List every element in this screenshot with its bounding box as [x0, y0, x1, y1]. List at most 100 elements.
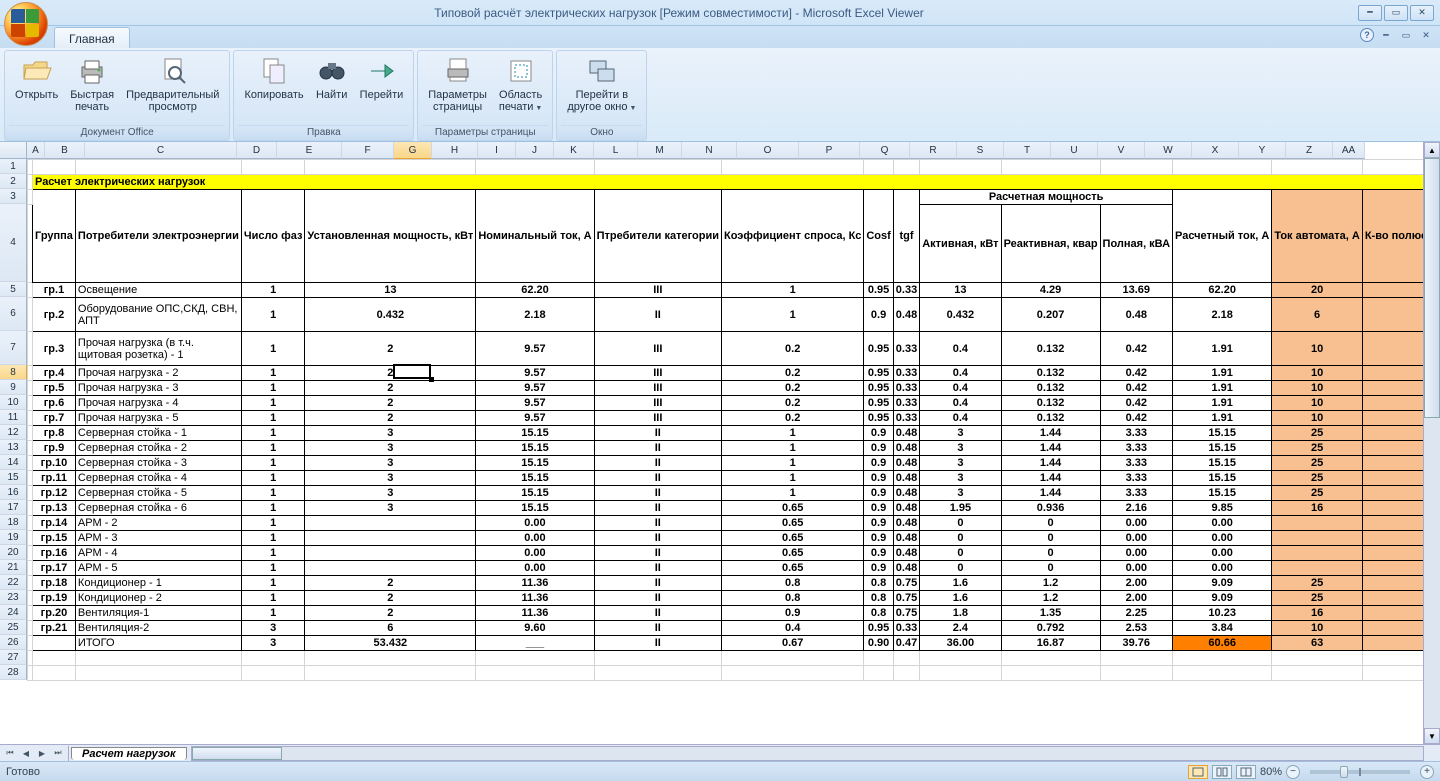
tab-first-button[interactable]: ⏮ — [2, 746, 18, 761]
printarea-button[interactable]: Область печати▼ — [493, 53, 548, 117]
maximize-button[interactable]: ▭ — [1384, 5, 1408, 21]
column-header[interactable]: X — [1192, 142, 1239, 159]
column-header[interactable]: J — [516, 142, 554, 159]
ribbon: Открыть Быстрая печать Предварительный п… — [0, 48, 1440, 142]
column-header[interactable]: G — [394, 142, 432, 159]
preview-button[interactable]: Предварительный просмотр — [120, 53, 225, 115]
row-header[interactable]: 9 — [0, 380, 27, 395]
column-header[interactable]: B — [45, 142, 85, 159]
row-header[interactable]: 19 — [0, 530, 27, 545]
workbook-minimize[interactable]: ━ — [1378, 28, 1394, 42]
help-button[interactable]: ? — [1360, 28, 1374, 42]
column-header[interactable]: I — [478, 142, 516, 159]
row-header[interactable]: 11 — [0, 410, 27, 425]
folder-open-icon — [21, 55, 53, 87]
row-header[interactable]: 24 — [0, 605, 27, 620]
column-header[interactable]: K — [554, 142, 594, 159]
column-header[interactable]: S — [957, 142, 1004, 159]
column-header[interactable]: AA — [1333, 142, 1365, 159]
view-page-layout-button[interactable] — [1212, 765, 1232, 779]
pageparams-button[interactable]: Параметры страницы — [422, 53, 493, 115]
vscroll-thumb[interactable] — [1424, 158, 1440, 418]
open-button[interactable]: Открыть — [9, 53, 64, 103]
ribbon-group-window: Перейти в другое окно▼ Окно — [556, 50, 647, 141]
column-header[interactable]: C — [85, 142, 237, 159]
fill-handle[interactable] — [429, 377, 434, 382]
row-header[interactable]: 16 — [0, 485, 27, 500]
scroll-up-button[interactable]: ▲ — [1424, 142, 1440, 158]
row-header[interactable]: 2 — [0, 174, 27, 189]
view-normal-button[interactable] — [1188, 765, 1208, 779]
column-header[interactable]: Z — [1286, 142, 1333, 159]
title-bar: Типовой расчёт электрических нагрузок [Р… — [0, 0, 1440, 26]
row-header[interactable]: 25 — [0, 620, 27, 635]
vertical-scrollbar[interactable]: ▲ ▼ — [1423, 142, 1440, 744]
tab-prev-button[interactable]: ◀ — [18, 746, 34, 761]
column-header[interactable]: R — [910, 142, 957, 159]
minimize-button[interactable]: ━ — [1358, 5, 1382, 21]
scroll-down-button[interactable]: ▼ — [1424, 728, 1440, 744]
goto-button[interactable]: Перейти — [354, 53, 410, 103]
hscroll-thumb[interactable] — [192, 747, 282, 760]
office-button[interactable] — [4, 2, 48, 46]
find-button[interactable]: Найти — [310, 53, 354, 103]
row-header[interactable]: 20 — [0, 545, 27, 560]
row-header[interactable]: 8 — [0, 365, 27, 380]
row-header[interactable]: 27 — [0, 650, 27, 665]
column-header[interactable]: W — [1145, 142, 1192, 159]
sheet-tab[interactable]: Расчет нагрузок — [71, 747, 187, 760]
column-header[interactable]: A — [27, 142, 45, 159]
row-header[interactable]: 26 — [0, 635, 27, 650]
column-header[interactable]: P — [799, 142, 860, 159]
zoom-value: 80% — [1260, 766, 1282, 778]
zoom-out-button[interactable]: − — [1286, 765, 1300, 779]
row-header[interactable]: 17 — [0, 500, 27, 515]
column-header[interactable]: O — [737, 142, 799, 159]
workbook-close[interactable]: ✕ — [1418, 28, 1434, 42]
column-header[interactable]: Y — [1239, 142, 1286, 159]
row-header[interactable]: 5 — [0, 282, 27, 297]
tab-next-button[interactable]: ▶ — [34, 746, 50, 761]
row-header[interactable]: 23 — [0, 590, 27, 605]
row-header[interactable]: 13 — [0, 440, 27, 455]
column-header[interactable]: H — [432, 142, 478, 159]
column-header[interactable]: T — [1004, 142, 1051, 159]
column-header[interactable]: L — [594, 142, 638, 159]
row-header[interactable]: 6 — [0, 297, 27, 331]
row-header[interactable]: 12 — [0, 425, 27, 440]
select-all-corner[interactable] — [0, 142, 27, 159]
tab-last-button[interactable]: ⏭ — [50, 746, 66, 761]
copy-button[interactable]: Копировать — [238, 53, 309, 103]
row-header[interactable]: 1 — [0, 159, 27, 174]
column-header[interactable]: V — [1098, 142, 1145, 159]
row-header[interactable]: 22 — [0, 575, 27, 590]
close-button[interactable]: ✕ — [1410, 5, 1434, 21]
zoom-in-button[interactable]: + — [1420, 765, 1434, 779]
row-header[interactable]: 15 — [0, 470, 27, 485]
row-header[interactable]: 21 — [0, 560, 27, 575]
column-header[interactable]: D — [237, 142, 277, 159]
row-header[interactable]: 18 — [0, 515, 27, 530]
quickprint-button[interactable]: Быстрая печать — [64, 53, 120, 115]
column-header[interactable]: Q — [860, 142, 910, 159]
copy-icon — [258, 55, 290, 87]
tab-home[interactable]: Главная — [54, 27, 130, 48]
row-header[interactable]: 10 — [0, 395, 27, 410]
row-header[interactable]: 14 — [0, 455, 27, 470]
row-header[interactable]: 28 — [0, 665, 27, 680]
row-header[interactable]: 7 — [0, 331, 27, 365]
view-pagebreak-button[interactable] — [1236, 765, 1256, 779]
switchwindow-button[interactable]: Перейти в другое окно▼ — [561, 53, 642, 117]
column-header[interactable]: N — [682, 142, 737, 159]
workbook-restore[interactable]: ▭ — [1398, 28, 1414, 42]
column-header[interactable]: F — [342, 142, 394, 159]
column-header[interactable]: E — [277, 142, 342, 159]
row-header[interactable]: 3 — [0, 189, 27, 204]
column-header[interactable]: M — [638, 142, 682, 159]
ribbon-group-edit: Копировать Найти Перейти Правка — [233, 50, 414, 141]
grid[interactable]: Расчет электрических нагрузокГруппаПотре… — [27, 159, 1423, 681]
horizontal-scrollbar[interactable] — [191, 746, 1424, 761]
zoom-slider[interactable] — [1310, 770, 1410, 774]
row-header[interactable]: 4 — [0, 204, 27, 282]
column-header[interactable]: U — [1051, 142, 1098, 159]
